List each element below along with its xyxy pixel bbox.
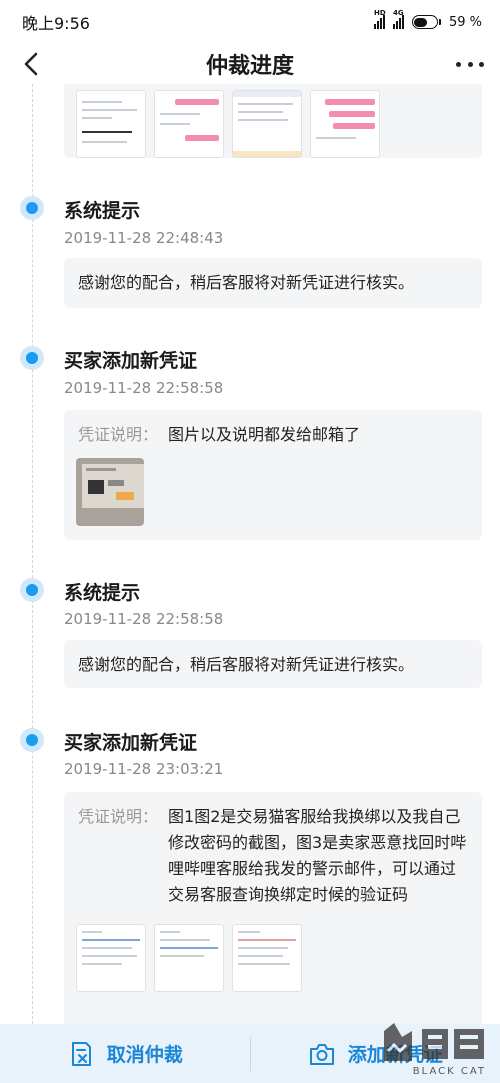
- timeline-dot: [20, 578, 44, 602]
- evidence-card: 凭证说明： 图片以及说明都发给邮箱了: [64, 410, 482, 540]
- event-title: 买家添加新凭证: [64, 350, 198, 372]
- event-time: 2019-11-28 22:58:58: [64, 610, 224, 628]
- evidence-photo-thumbnail[interactable]: [76, 458, 144, 526]
- evidence-thumbnail[interactable]: [154, 924, 224, 992]
- timeline-dot: [20, 196, 44, 220]
- event-title: 系统提示: [64, 200, 141, 222]
- status-indicators: HD 4G 59 %: [373, 9, 482, 30]
- evidence-thumbnail[interactable]: [76, 90, 146, 158]
- event-time: 2019-11-28 22:48:43: [64, 229, 224, 247]
- event-message-card: 感谢您的配合，稍后客服将对新凭证进行核实。: [64, 258, 482, 308]
- evidence-desc-text: 图1图2是交易猫客服给我换绑以及我自己修改密码的截图，图3是卖家恶意找回时哔哩哔…: [168, 807, 467, 904]
- status-bar: 晚上9:56 HD 4G 59 %: [0, 0, 500, 44]
- evidence-card: 凭证说明： 图1图2是交易猫客服给我换绑以及我自己修改密码的截图，图3是卖家恶意…: [64, 792, 482, 1024]
- battery-fill: [414, 17, 427, 27]
- battery-icon: [411, 15, 441, 29]
- evidence-thumbnail[interactable]: [310, 90, 380, 158]
- camera-icon: [309, 1043, 334, 1065]
- watermark-text: BLACK CAT: [412, 1066, 486, 1077]
- nav-bar: 仲裁进度: [0, 44, 500, 84]
- evidence-thumbnail[interactable]: [232, 90, 302, 158]
- timeline-dot: [20, 346, 44, 370]
- evidence-desc-text: 图片以及说明都发给邮箱了: [168, 425, 361, 444]
- black-cat-watermark: BLACK CAT: [378, 1021, 490, 1077]
- cancel-arbitration-button[interactable]: 取消仲裁: [0, 1024, 250, 1083]
- cancel-arbitration-label: 取消仲裁: [106, 1044, 183, 1066]
- event-title: 系统提示: [64, 582, 141, 604]
- evidence-desc-label: 凭证说明：: [78, 425, 159, 444]
- evidence-description: 凭证说明： 图片以及说明都发给邮箱了: [64, 410, 482, 448]
- cancel-document-icon: [71, 1041, 91, 1066]
- evidence-desc-label: 凭证说明：: [78, 807, 159, 826]
- evidence-description: 凭证说明： 图1图2是交易猫客服给我换绑以及我自己修改密码的截图，图3是卖家恶意…: [64, 792, 482, 908]
- event-message: 感谢您的配合，稍后客服将对新凭证进行核实。: [78, 655, 415, 674]
- status-time: 晚上9:56: [22, 14, 90, 33]
- event-time: 2019-11-28 23:03:21: [64, 760, 224, 778]
- more-icon[interactable]: [456, 50, 484, 78]
- event-message-card: 感谢您的配合，稍后客服将对新凭证进行核实。: [64, 640, 482, 688]
- event-message: 感谢您的配合，稍后客服将对新凭证进行核实。: [78, 273, 415, 292]
- 4g-signal-label: 4G: [392, 9, 404, 17]
- battery-percent: 59 %: [448, 14, 482, 30]
- previous-evidence-card: [64, 84, 482, 158]
- 4g-signal-icon: 4G: [392, 9, 404, 29]
- evidence-thumbnail[interactable]: [154, 90, 224, 158]
- event-title: 买家添加新凭证: [64, 732, 198, 754]
- page-title: 仲裁进度: [205, 54, 294, 79]
- evidence-thumbnail[interactable]: [76, 924, 146, 992]
- timeline[interactable]: 系统提示 2019-11-28 22:48:43 感谢您的配合，稍后客服将对新凭…: [0, 84, 500, 1024]
- evidence-thumbnail[interactable]: [232, 924, 302, 992]
- timeline-line: [32, 84, 33, 1024]
- cat-logo-icon: [384, 1023, 484, 1061]
- hd-signal-icon: HD: [373, 9, 386, 29]
- timeline-dot: [20, 728, 44, 752]
- bottom-action-bar: 取消仲裁 添加新凭证 BLACK CAT: [0, 1021, 500, 1083]
- hd-signal-label: HD: [373, 9, 386, 17]
- event-time: 2019-11-28 22:58:58: [64, 379, 224, 397]
